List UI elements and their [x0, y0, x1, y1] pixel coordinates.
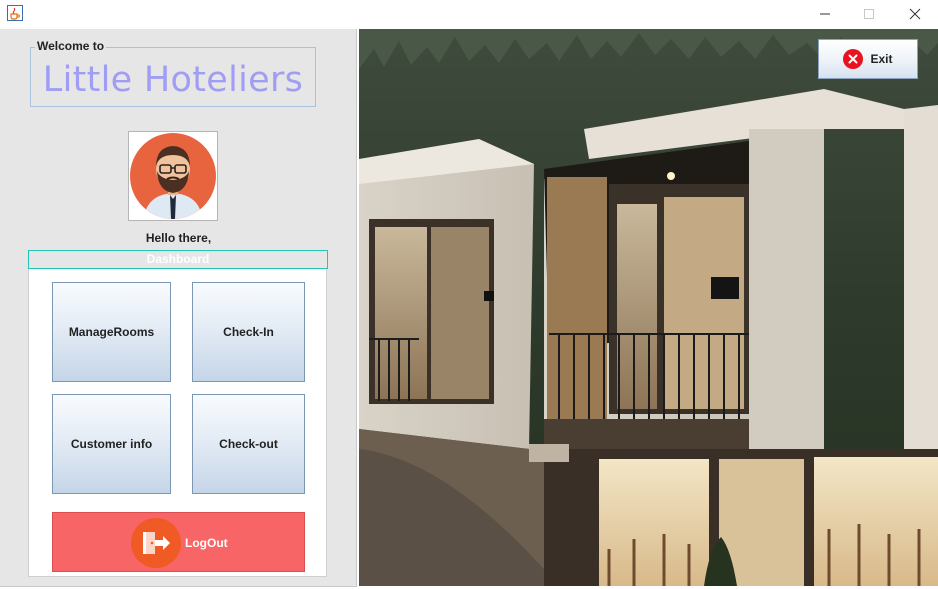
- welcome-label: Welcome to: [35, 39, 107, 53]
- logout-label: LogOut: [185, 536, 228, 550]
- exit-label: Exit: [870, 52, 893, 66]
- exit-button[interactable]: Exit: [818, 39, 918, 79]
- close-circle-icon: [843, 49, 864, 69]
- customer-info-button[interactable]: Customer info: [52, 394, 171, 494]
- dashboard-panel: ManageRooms Check-In Customer info Check…: [28, 269, 327, 577]
- sidebar-panel: Welcome to Little Hoteliers Hello there,…: [0, 29, 357, 587]
- hotel-photo: [359, 29, 938, 586]
- app-name-title: Little Hoteliers: [42, 60, 304, 100]
- greeting-text: Hello there,: [145, 231, 212, 245]
- close-icon[interactable]: [892, 0, 938, 28]
- window-titlebar: [0, 0, 938, 28]
- avatar-man-icon: [130, 133, 216, 219]
- minimize-icon[interactable]: [802, 0, 848, 28]
- user-avatar: [128, 131, 218, 221]
- maximize-icon[interactable]: [846, 0, 892, 28]
- manage-rooms-button[interactable]: ManageRooms: [52, 282, 171, 382]
- dashboard-header: Dashboard: [28, 250, 328, 269]
- check-in-button[interactable]: Check-In: [192, 282, 305, 382]
- welcome-group: Welcome to Little Hoteliers: [30, 39, 316, 107]
- check-out-button[interactable]: Check-out: [192, 394, 305, 494]
- java-cup-icon: [7, 5, 23, 21]
- logout-button[interactable]: LogOut: [52, 512, 305, 572]
- logout-door-icon: [131, 518, 181, 568]
